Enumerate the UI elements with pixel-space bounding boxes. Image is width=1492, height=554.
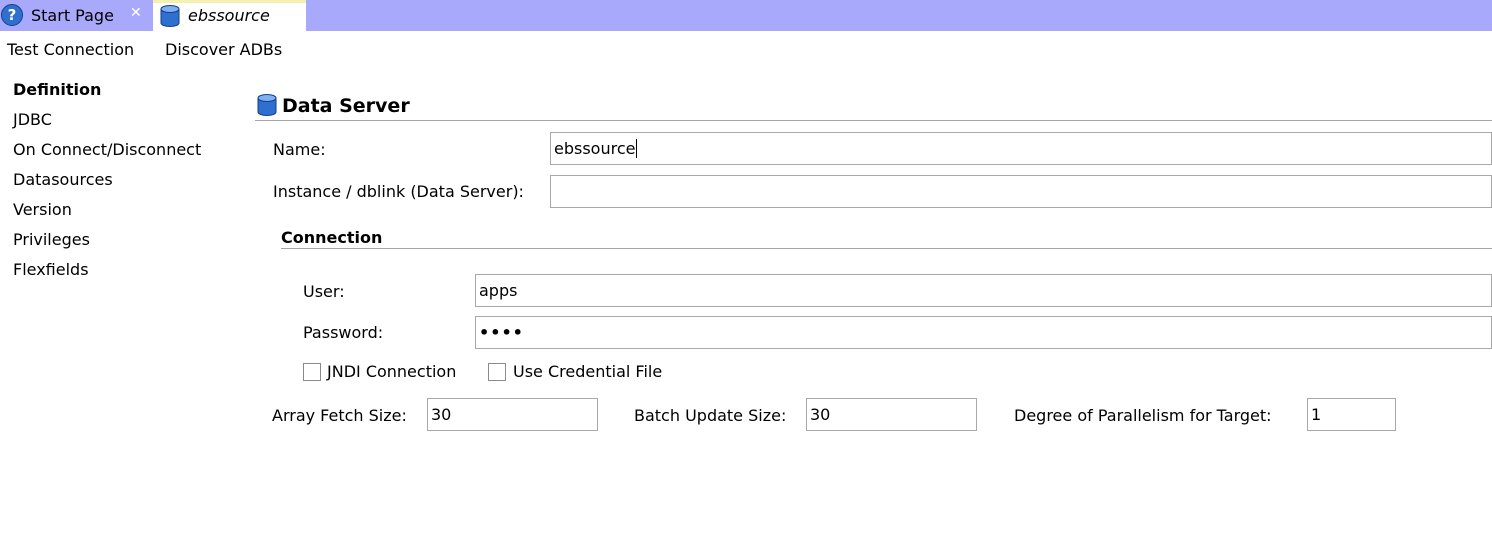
- section-divider: [255, 120, 1492, 121]
- name-input[interactable]: ebssource: [550, 132, 1492, 165]
- database-icon: [160, 5, 180, 27]
- password-input[interactable]: ••••: [475, 316, 1492, 349]
- nav-item-version[interactable]: Version: [13, 200, 72, 219]
- batch-update-size-value: 30: [810, 405, 831, 424]
- tab-start-page-label: Start Page: [31, 6, 114, 25]
- section-title: Data Server: [282, 95, 410, 117]
- use-credential-file-label: Use Credential File: [513, 362, 663, 381]
- batch-update-size-input[interactable]: 30: [806, 398, 977, 431]
- text-caret: [636, 139, 638, 158]
- nav-item-privileges[interactable]: Privileges: [13, 230, 90, 249]
- degree-of-parallelism-value: 1: [1311, 405, 1322, 424]
- nav-item-on-connect-disconnect[interactable]: On Connect/Disconnect: [13, 140, 201, 159]
- batch-update-size-label: Batch Update Size:: [634, 406, 787, 425]
- array-fetch-size-label: Array Fetch Size:: [272, 406, 407, 425]
- tab-start-page[interactable]: ? Start Page ✕: [0, 0, 150, 31]
- help-icon: ?: [1, 4, 23, 26]
- array-fetch-size-value: 30: [431, 405, 452, 424]
- test-connection-button[interactable]: Test Connection: [7, 40, 134, 59]
- name-label: Name:: [273, 140, 326, 159]
- user-input-value: apps: [479, 281, 518, 300]
- array-fetch-size-input[interactable]: 30: [427, 398, 598, 431]
- user-label: User:: [303, 282, 345, 301]
- tab-ebssource[interactable]: ebssource: [153, 0, 306, 31]
- name-input-value: ebssource: [554, 139, 636, 158]
- tab-bar: ? Start Page ✕ ebssource: [0, 0, 1492, 31]
- degree-of-parallelism-label: Degree of Parallelism for Target:: [1014, 406, 1272, 425]
- nav-item-definition[interactable]: Definition: [13, 80, 101, 99]
- jndi-connection-label: JNDI Connection: [327, 362, 457, 381]
- nav-item-flexfields[interactable]: Flexfields: [13, 260, 89, 279]
- discover-adbs-button[interactable]: Discover ADBs: [165, 40, 282, 59]
- password-label: Password:: [303, 323, 384, 342]
- nav-item-datasources[interactable]: Datasources: [13, 170, 113, 189]
- close-icon[interactable]: ✕: [130, 5, 142, 21]
- tab-ebssource-label: ebssource: [188, 6, 270, 25]
- connection-divider: [281, 248, 1492, 249]
- instance-label: Instance / dblink (Data Server):: [273, 182, 524, 201]
- password-input-value: ••••: [479, 323, 524, 342]
- user-input[interactable]: apps: [475, 274, 1492, 307]
- jndi-connection-checkbox[interactable]: [303, 363, 321, 381]
- connection-title: Connection: [281, 228, 383, 247]
- database-icon: [257, 94, 277, 116]
- use-credential-file-checkbox[interactable]: [488, 363, 506, 381]
- nav-item-jdbc[interactable]: JDBC: [13, 110, 52, 129]
- instance-input[interactable]: [550, 175, 1492, 208]
- degree-of-parallelism-input[interactable]: 1: [1307, 398, 1396, 431]
